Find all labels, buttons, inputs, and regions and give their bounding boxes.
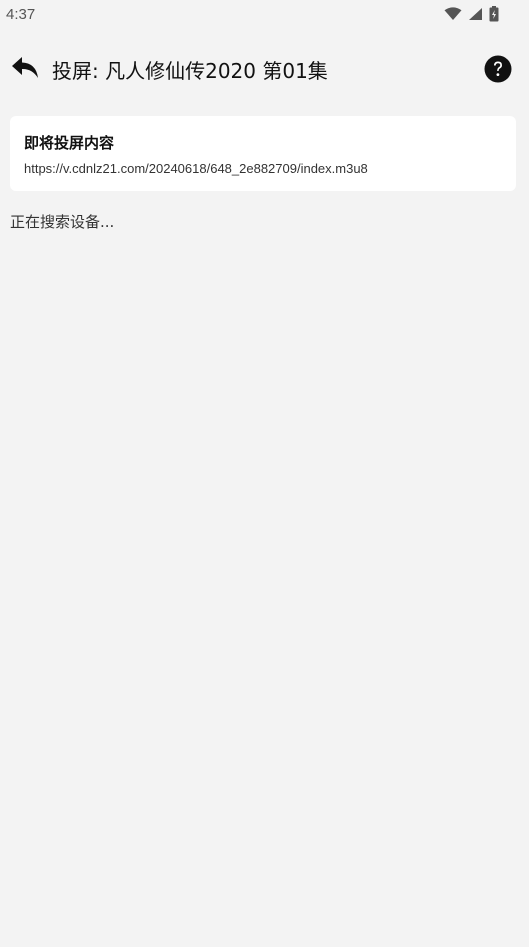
back-button[interactable]: [10, 54, 40, 84]
battery-icon: [489, 6, 499, 22]
app-bar: 投屏: 凡人修仙传2020 第01集: [0, 46, 529, 92]
cast-content-card: 即将投屏内容 https://v.cdnlz21.com/20240618/64…: [10, 116, 516, 191]
back-icon: [11, 55, 39, 83]
card-title: 即将投屏内容: [24, 134, 115, 152]
signal-icon: [468, 7, 483, 21]
status-bar: 4:37: [0, 0, 529, 30]
help-icon: [484, 55, 512, 87]
page-title: 投屏: 凡人修仙传2020 第01集: [52, 59, 328, 83]
wifi-icon: [444, 7, 462, 21]
help-button[interactable]: [484, 55, 512, 83]
cast-url: https://v.cdnlz21.com/20240618/648_2e882…: [24, 161, 368, 176]
status-time: 4:37: [6, 6, 36, 23]
status-icons: [444, 6, 499, 22]
search-status-text: 正在搜索设备...: [10, 213, 115, 231]
